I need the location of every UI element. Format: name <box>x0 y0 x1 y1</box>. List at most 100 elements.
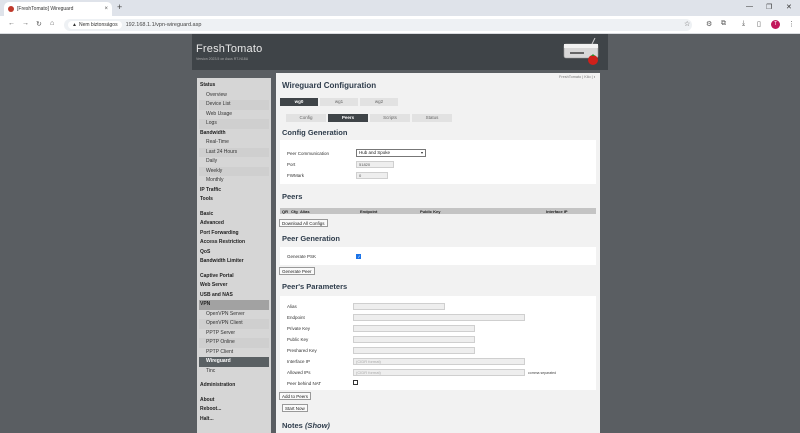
extensions-icon[interactable]: ⧉ <box>721 20 726 28</box>
endpoint-input[interactable] <box>353 314 525 321</box>
alias-input[interactable] <box>353 303 445 310</box>
bookmark-star-icon[interactable]: ☆ <box>684 20 690 28</box>
sidebar-item-real-time[interactable]: Real-Time <box>199 138 269 148</box>
sidepanel-icon[interactable]: ▯ <box>757 20 761 28</box>
allowed-ips-input[interactable]: (CIDR format) <box>353 369 525 376</box>
omnibox[interactable]: ▲ Nem biztonságos 192.168.1.1/vpn-wiregu… <box>64 19 692 31</box>
config-generation-panel: Peer Communication Hub and Spoke ▾ Port … <box>280 140 596 184</box>
sidebar-item-vpn[interactable]: VPN <box>199 300 269 310</box>
peer-communication-select[interactable]: Hub and Spoke ▾ <box>356 149 426 157</box>
tab-wg0[interactable]: wg0 <box>280 98 318 106</box>
sidebar-item-qos[interactable]: QoS <box>199 248 269 258</box>
settings-gear-icon[interactable]: ⚙ <box>706 20 712 28</box>
generate-psk-checkbox[interactable] <box>356 254 361 259</box>
download-all-configs-button[interactable]: Download All Configs <box>279 219 328 227</box>
sidebar-item-monthly[interactable]: Monthly <box>199 176 269 186</box>
profile-avatar[interactable]: T <box>771 20 780 29</box>
tab-scripts[interactable]: Scripts <box>370 114 410 122</box>
sidebar-item-weekly[interactable]: Weekly <box>199 166 269 176</box>
sidebar-item-bandwidth-limiter[interactable]: Bandwidth Limiter <box>199 257 269 267</box>
public-key-input[interactable] <box>353 336 475 343</box>
allowed-ips-label: Allowed IPs <box>287 370 311 375</box>
forward-icon[interactable]: → <box>22 20 29 27</box>
sidebar-item-halt[interactable]: Halt... <box>199 415 269 425</box>
sidebar-item-pptp-server[interactable]: PPTP Server <box>199 328 269 338</box>
browser-tab[interactable]: [FreshTomato] Wireguard × <box>4 2 112 16</box>
page-title: Wireguard Configuration <box>282 81 377 90</box>
sidebar-item-daily[interactable]: Daily <box>199 157 269 167</box>
behind-nat-label: Peer behind NAT <box>287 381 322 386</box>
tab-wg2[interactable]: wg2 <box>360 98 398 106</box>
chevron-down-icon: ▾ <box>420 150 423 155</box>
sidebar-item-captive-portal[interactable]: Captive Portal <box>199 272 269 282</box>
port-input[interactable]: 51820 <box>356 161 394 168</box>
new-tab-icon[interactable]: + <box>117 2 122 12</box>
notes-title: Notes (Show) <box>282 421 330 430</box>
sidebar-item-access-restriction[interactable]: Access Restriction <box>199 238 269 248</box>
sidebar-item-bandwidth[interactable]: Bandwidth <box>199 129 269 139</box>
interface-ip-input[interactable]: (CIDR format) <box>353 358 525 365</box>
private-key-input[interactable] <box>353 325 475 332</box>
sidebar-item-pptp-online[interactable]: PPTP Online <box>199 338 269 348</box>
download-icon[interactable]: ⤓ <box>742 20 745 28</box>
freshtomato-logo: FreshTomato <box>196 43 263 55</box>
sidebar-item-overview[interactable]: Overview <box>199 90 269 100</box>
back-icon[interactable]: ← <box>8 20 15 27</box>
interface-ip-label: Interface IP <box>287 359 311 364</box>
minimize-icon[interactable]: — <box>746 3 753 10</box>
sidebar-item-device-list[interactable]: Device List <box>199 100 269 110</box>
sidebar-item-web-usage[interactable]: Web Usage <box>199 109 269 119</box>
preshared-key-input[interactable] <box>353 347 475 354</box>
sidebar-item-ip-traffic[interactable]: IP Traffic <box>199 186 269 196</box>
sidebar-item-web-server[interactable]: Web Server <box>199 281 269 291</box>
security-chip[interactable]: ▲ Nem biztonságos <box>68 21 122 29</box>
sidebar-item-tools[interactable]: Tools <box>199 195 269 205</box>
tab-wg1[interactable]: wg1 <box>320 98 358 106</box>
menu-kebab-icon[interactable]: ⋮ <box>788 20 795 28</box>
close-tab-icon[interactable]: × <box>104 6 108 12</box>
col-qr: QR <box>282 208 288 214</box>
sidebar-item-advanced[interactable]: Advanced <box>199 219 269 229</box>
peer-generation-panel: Generate PSK <box>280 247 596 265</box>
sidebar-item-logs[interactable]: Logs <box>199 119 269 129</box>
home-icon[interactable]: ⌂ <box>50 20 54 27</box>
peer-parameters-panel: Alias Endpoint Private Key Public Key Pr… <box>280 296 596 390</box>
sidebar-item-reboot[interactable]: Reboot... <box>199 405 269 415</box>
reload-icon[interactable]: ↻ <box>36 20 42 28</box>
behind-nat-checkbox[interactable] <box>353 380 358 385</box>
restore-icon[interactable]: ❐ <box>766 3 772 11</box>
sidebar-item-about[interactable]: About <box>199 396 269 406</box>
peer-generation-title: Peer Generation <box>282 234 340 243</box>
notes-show-link[interactable]: (Show) <box>305 421 330 430</box>
add-to-peers-button[interactable]: Add to Peers <box>279 392 312 400</box>
sidebar-item-administration[interactable]: Administration <box>199 381 269 391</box>
sidebar-item-tinc[interactable]: Tinc <box>199 366 269 376</box>
url-text[interactable]: 192.168.1.1/vpn-wireguard.asp <box>126 22 202 28</box>
tab-status[interactable]: Status <box>412 114 452 122</box>
port-label: Port <box>287 162 296 167</box>
sidebar-item-wireguard[interactable]: Wireguard <box>199 357 269 367</box>
top-right-links[interactable]: FreshTomato | Kilo | ◐ <box>559 75 596 79</box>
sidebar-item-pptp-client[interactable]: PPTP Client <box>199 347 269 357</box>
allowed-ips-note: comma separated <box>528 371 557 375</box>
col-alias: Alias <box>300 208 310 214</box>
endpoint-label: Endpoint <box>287 315 305 320</box>
sidebar-item-basic[interactable]: Basic <box>199 210 269 220</box>
sidebar-item-last-24-hours[interactable]: Last 24 Hours <box>199 147 269 157</box>
col-cfg: Cfg <box>291 208 298 214</box>
generate-peer-button[interactable]: Generate Peer <box>279 267 315 275</box>
sidebar-item-status[interactable]: Status <box>199 81 269 91</box>
peers-table-header: QR Cfg Alias Endpoint Public Key Interfa… <box>280 208 596 214</box>
sidebar-item-openvpn-client[interactable]: OpenVPN Client <box>199 319 269 329</box>
fwmark-input[interactable]: 0 <box>356 172 388 179</box>
sidebar-item-usb-and-nas[interactable]: USB and NAS <box>199 291 269 301</box>
sidebar-item-port-forwarding[interactable]: Port Forwarding <box>199 229 269 239</box>
tab-config[interactable]: Config <box>286 114 326 122</box>
sidebar-item-openvpn-server[interactable]: OpenVPN Server <box>199 309 269 319</box>
private-key-label: Private Key <box>287 326 311 331</box>
main-content: FreshTomato | Kilo | ◐ Wireguard Configu… <box>276 73 600 433</box>
tab-peers[interactable]: Peers <box>328 114 368 122</box>
start-now-button[interactable]: Start Now <box>282 404 308 412</box>
config-generation-title: Config Generation <box>282 128 348 137</box>
window-close-icon[interactable]: ✕ <box>786 3 792 11</box>
